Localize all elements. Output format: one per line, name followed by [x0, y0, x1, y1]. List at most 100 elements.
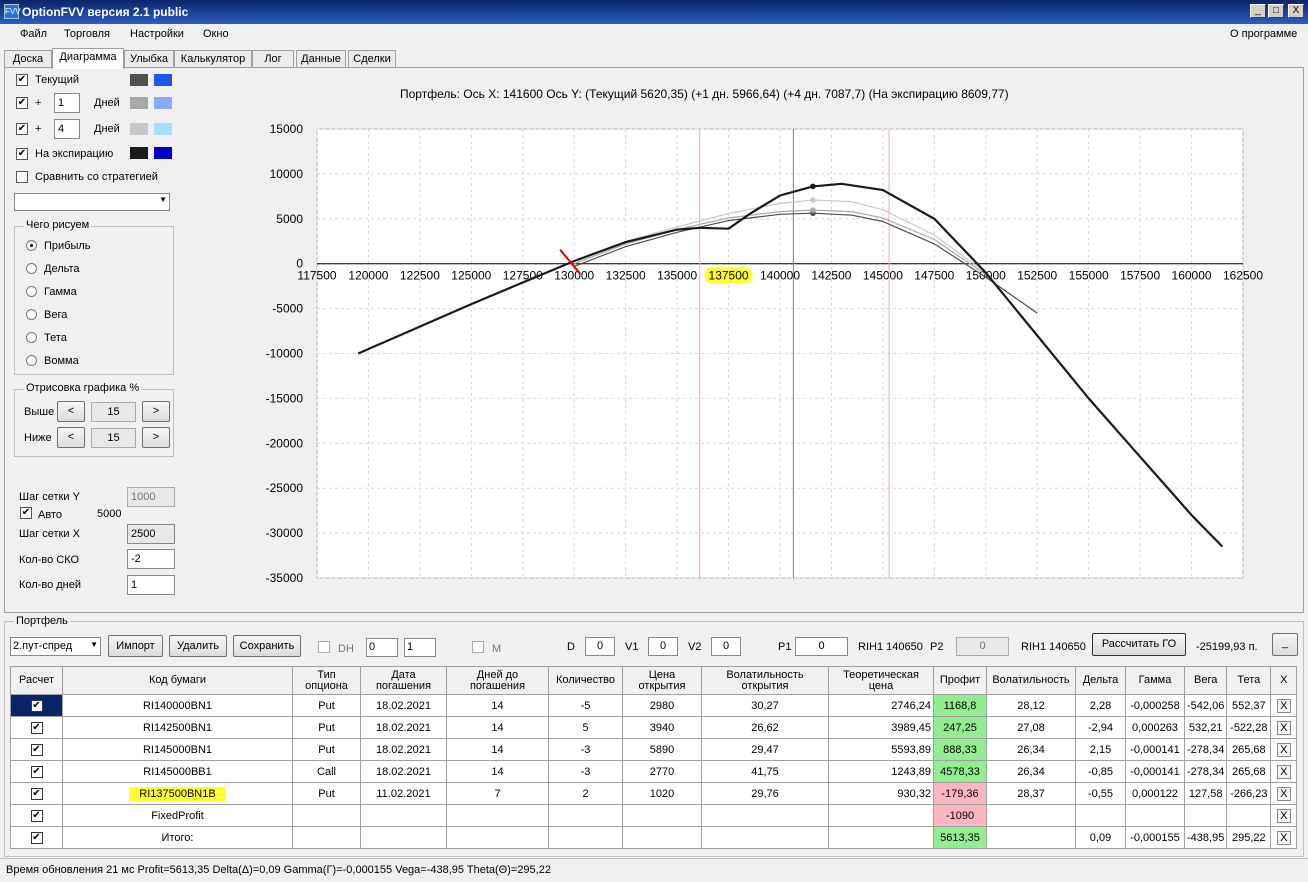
x-tick-label: 142500	[811, 269, 851, 283]
remove-row-button[interactable]: X	[1276, 698, 1291, 713]
table-row[interactable]: ✔ FixedProfit -1090 X	[10, 804, 1298, 827]
calc-checkbox[interactable]: ✔	[30, 744, 43, 756]
strategy-select[interactable]: 2.пут-спред ▼	[10, 637, 101, 656]
x-tick-label: 150000	[966, 269, 1006, 283]
cell-theor	[828, 826, 934, 849]
cell-calc[interactable]: ✔	[10, 738, 63, 761]
cell-type: Call	[292, 760, 361, 783]
cell-calc[interactable]: ✔	[10, 826, 63, 849]
cell-remove[interactable]: X	[1270, 716, 1298, 739]
cell-open-price	[622, 804, 702, 827]
series-point	[810, 207, 816, 213]
col-vega[interactable]: Вега	[1183, 666, 1228, 695]
remove-row-button[interactable]: X	[1276, 742, 1291, 757]
cell-theta: 552,37	[1226, 694, 1272, 717]
delete-button[interactable]: Удалить	[169, 635, 227, 657]
table-row[interactable]: ✔ RI140000BN1 Put 18.02.2021 14 -5 2980 30,27 27…	[10, 694, 1298, 717]
col-open-price[interactable]: Цена открытия	[622, 666, 702, 695]
cell-calc[interactable]: ✔	[10, 760, 63, 783]
table-row[interactable]: ✔ RI145000BB1 Call 18.02.2021 14 -3 2770 41,75 1…	[10, 760, 1298, 783]
cell-profit: 247,25	[933, 716, 987, 739]
cell-theor: 930,32	[828, 782, 934, 805]
col-gamma[interactable]: Гамма	[1125, 666, 1185, 695]
cell-qty: 2	[548, 782, 623, 805]
cell-remove[interactable]: X	[1270, 694, 1298, 717]
calc-checkbox[interactable]: ✔	[30, 700, 43, 712]
cell-calc[interactable]: ✔	[10, 716, 63, 739]
cell-profit: 1168,8	[933, 694, 987, 717]
cell-remove[interactable]: X	[1270, 782, 1298, 805]
v2-input[interactable]: 0	[711, 637, 741, 656]
col-code[interactable]: Код бумаги	[62, 666, 293, 695]
cell-theor	[828, 804, 934, 827]
cell-remove[interactable]: X	[1270, 826, 1298, 849]
p2-input[interactable]: 0	[956, 637, 1009, 656]
remove-row-button[interactable]: X	[1276, 720, 1291, 735]
cell-vega: -278,34	[1183, 738, 1228, 761]
dh-spin-2[interactable]: 1	[404, 638, 436, 657]
cell-remove[interactable]: X	[1270, 738, 1298, 761]
cell-open-vol	[701, 804, 829, 827]
table-row[interactable]: ✔ Итого: 5613,35 0,09 -0,000155 -438,95 295,22…	[10, 826, 1298, 849]
x-tick-label: 122500	[400, 269, 440, 283]
cell-remove[interactable]: X	[1270, 760, 1298, 783]
calc-checkbox[interactable]: ✔	[30, 766, 43, 778]
table-header-row: Расчет Код бумаги Тип опциона Дата погаш…	[10, 666, 1298, 695]
remove-row-button[interactable]: X	[1276, 808, 1291, 823]
col-type[interactable]: Тип опциона	[292, 666, 361, 695]
dh-checkbox[interactable]	[318, 641, 330, 653]
col-profit[interactable]: Профит	[933, 666, 987, 695]
save-button[interactable]: Сохранить	[233, 635, 301, 657]
chevron-down-icon: ▼	[90, 640, 98, 649]
x-tick-label: 130000	[554, 269, 594, 283]
remove-row-button[interactable]: X	[1276, 830, 1291, 845]
cell-profit: -179,36	[933, 782, 987, 805]
col-theor[interactable]: Теоретическая цена	[828, 666, 934, 695]
v2-label: V2	[688, 641, 702, 653]
col-calc[interactable]: Расчет	[10, 666, 63, 695]
cell-days: 14	[446, 716, 549, 739]
cell-calc[interactable]: ✔	[10, 804, 63, 827]
dh-spin-2-value: 1	[407, 641, 414, 653]
dh-label: DH	[338, 643, 354, 655]
calc-checkbox[interactable]: ✔	[30, 788, 43, 800]
remove-row-button[interactable]: X	[1276, 764, 1291, 779]
calc-go-button[interactable]: Рассчитать ГО	[1092, 633, 1186, 656]
col-expiry[interactable]: Дата погашения	[360, 666, 447, 695]
x-tick-label: 155000	[1069, 269, 1109, 283]
tab-diagram[interactable]: Диаграмма	[52, 48, 124, 69]
col-open-vol[interactable]: Волатильность открытия	[701, 666, 829, 695]
profit-chart[interactable]: 150001000050000-5000-10000-15000-20000-2…	[0, 0, 1308, 620]
cell-profit: 888,33	[933, 738, 987, 761]
cell-open-price: 1020	[622, 782, 702, 805]
remove-row-button[interactable]: X	[1276, 786, 1291, 801]
col-delta[interactable]: Дельта	[1075, 666, 1126, 695]
cell-delta: -0,85	[1075, 760, 1126, 783]
col-qty[interactable]: Количество	[548, 666, 623, 695]
calc-checkbox[interactable]: ✔	[30, 722, 43, 734]
collapse-button[interactable]: _	[1272, 633, 1298, 656]
cell-remove[interactable]: X	[1270, 804, 1298, 827]
cell-theor: 2746,24	[828, 694, 934, 717]
p1-input[interactable]: 0	[795, 637, 848, 656]
cell-expiry: 11.02.2021	[360, 782, 447, 805]
table-row[interactable]: ✔ RI145000BN1 Put 18.02.2021 14 -3 5890 29,47 55…	[10, 738, 1298, 761]
table-row[interactable]: ✔ RI137500BN1B Put 11.02.2021 7 2 1020 29,76 930…	[10, 782, 1298, 805]
cell-calc[interactable]: ✔	[10, 782, 63, 805]
col-vol[interactable]: Волатильность	[986, 666, 1076, 695]
col-theta[interactable]: Тета	[1226, 666, 1272, 695]
calc-checkbox[interactable]: ✔	[30, 810, 43, 822]
cell-open-price: 2980	[622, 694, 702, 717]
cell-profit: -1090	[933, 804, 987, 827]
cell-calc[interactable]: ✔	[10, 694, 63, 717]
dh-spin-1[interactable]: 0	[366, 638, 398, 657]
col-days[interactable]: Дней до погашения	[446, 666, 549, 695]
import-button[interactable]: Импорт	[108, 635, 163, 657]
table-row[interactable]: ✔ RI142500BN1 Put 18.02.2021 14 5 3940 26,62 398…	[10, 716, 1298, 739]
calc-checkbox[interactable]: ✔	[30, 832, 43, 844]
d-input[interactable]: 0	[585, 637, 615, 656]
m-checkbox[interactable]	[472, 641, 484, 653]
x-tick-label: 152500	[1017, 269, 1057, 283]
x-tick-label: 120000	[348, 269, 388, 283]
v1-input[interactable]: 0	[648, 637, 678, 656]
